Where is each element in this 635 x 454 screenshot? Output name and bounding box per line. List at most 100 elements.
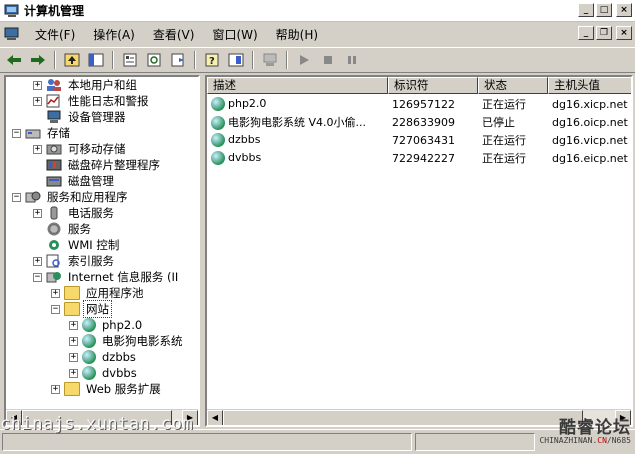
status-panel-secondary	[415, 433, 535, 451]
tree-item-perf-logs[interactable]: + 性能日志和警报	[33, 93, 151, 109]
row-host-cell: dg16.xicp.net	[552, 97, 628, 111]
menu-help[interactable]: 帮助(H)	[267, 26, 327, 43]
tree-label: Internet 信息服务 (II	[68, 270, 179, 284]
tree-item-services-apps[interactable]: − 服务和应用程序	[12, 189, 130, 205]
menu-action[interactable]: 操作(A)	[84, 26, 144, 43]
tree-item-services[interactable]: 服务	[33, 221, 93, 237]
forum-logo-title: 酷睿论坛	[559, 418, 631, 438]
tree-item-websites[interactable]: − 网站	[51, 300, 112, 318]
forward-arrow-icon[interactable]	[27, 50, 49, 70]
tree-item-storage[interactable]: − 存储	[12, 125, 72, 141]
tree-item-site-dvbbs[interactable]: + dvbbs	[69, 365, 139, 381]
minimize-button[interactable]: _	[578, 3, 594, 17]
tree-item-disk-management[interactable]: 磁盘管理	[33, 173, 116, 189]
expand-toggle[interactable]: +	[69, 320, 78, 330]
expand-toggle[interactable]: +	[33, 96, 42, 106]
tree-item-local-users[interactable]: + 本地用户和组	[33, 77, 139, 93]
details-list[interactable]: 描述 标识符 状态 主机头值 php2.0 126957122 正在运行 dg1…	[205, 75, 633, 427]
up-level-icon[interactable]	[61, 50, 83, 70]
menu-bar: 文件(F) 操作(A) 查看(V) 窗口(W) 帮助(H)	[0, 22, 635, 46]
tree-item-wmi[interactable]: WMI 控制	[33, 237, 121, 253]
column-header-description[interactable]: 描述	[207, 77, 388, 94]
tree-label: dvbbs	[102, 366, 137, 380]
tree-item-site-php[interactable]: + php2.0	[69, 317, 144, 333]
iis-icon	[46, 270, 62, 284]
telephony-icon	[46, 206, 62, 220]
child-minimize-button[interactable]: _	[578, 26, 594, 40]
perf-log-icon	[46, 94, 62, 108]
close-button[interactable]: ×	[616, 3, 632, 17]
console-tree[interactable]: + 本地用户和组 + 性能日志和警报 设备管理器 − 存储 + 可移动存储 磁盘…	[4, 75, 200, 427]
child-restore-button[interactable]: ❐	[596, 26, 612, 40]
svg-text:?: ?	[209, 56, 215, 67]
expand-toggle[interactable]: +	[51, 384, 60, 394]
column-header-host[interactable]: 主机头值	[548, 77, 631, 94]
refresh-icon[interactable]	[143, 50, 165, 70]
start-icon	[293, 50, 315, 70]
tree-label: dzbbs	[102, 350, 136, 364]
help-icon[interactable]: ?	[201, 50, 223, 70]
back-arrow-icon[interactable]	[3, 50, 25, 70]
expand-toggle[interactable]: +	[69, 352, 78, 362]
menu-file[interactable]: 文件(F)	[26, 26, 84, 43]
tree-item-site-movie[interactable]: + 电影狗电影系统	[69, 333, 185, 349]
row-id-cell: 727063431	[392, 133, 455, 147]
tree-label: 索引服务	[68, 254, 114, 268]
tree-item-iis[interactable]: − Internet 信息服务 (II	[33, 269, 180, 285]
expand-toggle[interactable]: +	[33, 208, 42, 218]
expand-toggle[interactable]: +	[33, 144, 42, 154]
tree-item-indexing[interactable]: + 索引服务	[33, 253, 116, 269]
tree-label: 应用程序池	[86, 286, 144, 300]
export-list-icon[interactable]	[167, 50, 189, 70]
tree-item-web-ext[interactable]: + Web 服务扩展	[51, 381, 163, 397]
tree-item-site-dzbbs[interactable]: + dzbbs	[69, 349, 138, 365]
tree-label: 网站	[83, 300, 112, 318]
expand-toggle[interactable]: +	[69, 368, 78, 378]
tree-item-app-pools[interactable]: + 应用程序池	[51, 285, 146, 301]
tree-label: Web 服务扩展	[86, 382, 161, 396]
users-icon	[46, 78, 62, 92]
expand-toggle[interactable]: +	[51, 288, 60, 298]
tree-item-defrag[interactable]: 磁盘碎片整理程序	[33, 157, 162, 173]
pause-icon	[341, 50, 363, 70]
table-row[interactable]: php2.0 126957122 正在运行 dg16.xicp.net	[207, 95, 631, 113]
expand-toggle[interactable]: +	[33, 256, 42, 266]
tree-label: 可移动存储	[68, 142, 126, 156]
row-status-cell: 正在运行	[482, 134, 526, 147]
menu-window[interactable]: 窗口(W)	[203, 26, 266, 43]
collapse-toggle[interactable]: −	[12, 128, 21, 138]
mmc-console-icon[interactable]	[4, 27, 20, 41]
properties-icon[interactable]	[119, 50, 141, 70]
tree-label: 性能日志和警报	[68, 94, 149, 108]
menu-view[interactable]: 查看(V)	[144, 26, 204, 43]
title-bar: 计算机管理 _ □ ×	[0, 0, 635, 22]
tree-label: 服务和应用程序	[47, 190, 128, 204]
table-row[interactable]: 电影狗电影系统 V4.0小偷... 228633909 已停止 dg16.oic…	[207, 113, 631, 131]
expand-toggle[interactable]: +	[69, 336, 78, 346]
row-id-cell: 722942227	[392, 151, 455, 165]
table-row[interactable]: dzbbs 727063431 正在运行 dg16.vicp.net	[207, 131, 631, 149]
collapse-toggle[interactable]: −	[51, 304, 60, 314]
scroll-thumb[interactable]	[223, 410, 583, 425]
table-row[interactable]: dvbbs 722942227 正在运行 dg16.eicp.net	[207, 149, 631, 167]
console-tree-icon[interactable]	[225, 50, 247, 70]
toolbar: ?	[0, 47, 635, 73]
scroll-left-button[interactable]: ◀	[207, 410, 223, 425]
collapse-toggle[interactable]: −	[33, 272, 42, 282]
row-id-cell: 126957122	[392, 97, 455, 111]
column-header-status[interactable]: 状态	[478, 77, 548, 94]
row-desc-cell: php2.0	[211, 97, 266, 111]
show-hide-tree-icon[interactable]	[85, 50, 107, 70]
column-header-identifier[interactable]: 标识符	[388, 77, 478, 94]
defrag-icon	[46, 158, 62, 172]
collapse-toggle[interactable]: −	[12, 192, 21, 202]
tree-label: WMI 控制	[68, 238, 120, 252]
child-close-button[interactable]: ×	[616, 26, 632, 40]
expand-toggle[interactable]: +	[33, 80, 42, 90]
tree-item-removable-storage[interactable]: + 可移动存储	[33, 141, 128, 157]
maximize-button[interactable]: □	[596, 3, 612, 17]
tree-item-telephony[interactable]: + 电话服务	[33, 205, 116, 221]
globe-icon	[211, 97, 225, 111]
globe-icon	[211, 116, 225, 130]
tree-item-device-manager[interactable]: 设备管理器	[33, 109, 128, 125]
